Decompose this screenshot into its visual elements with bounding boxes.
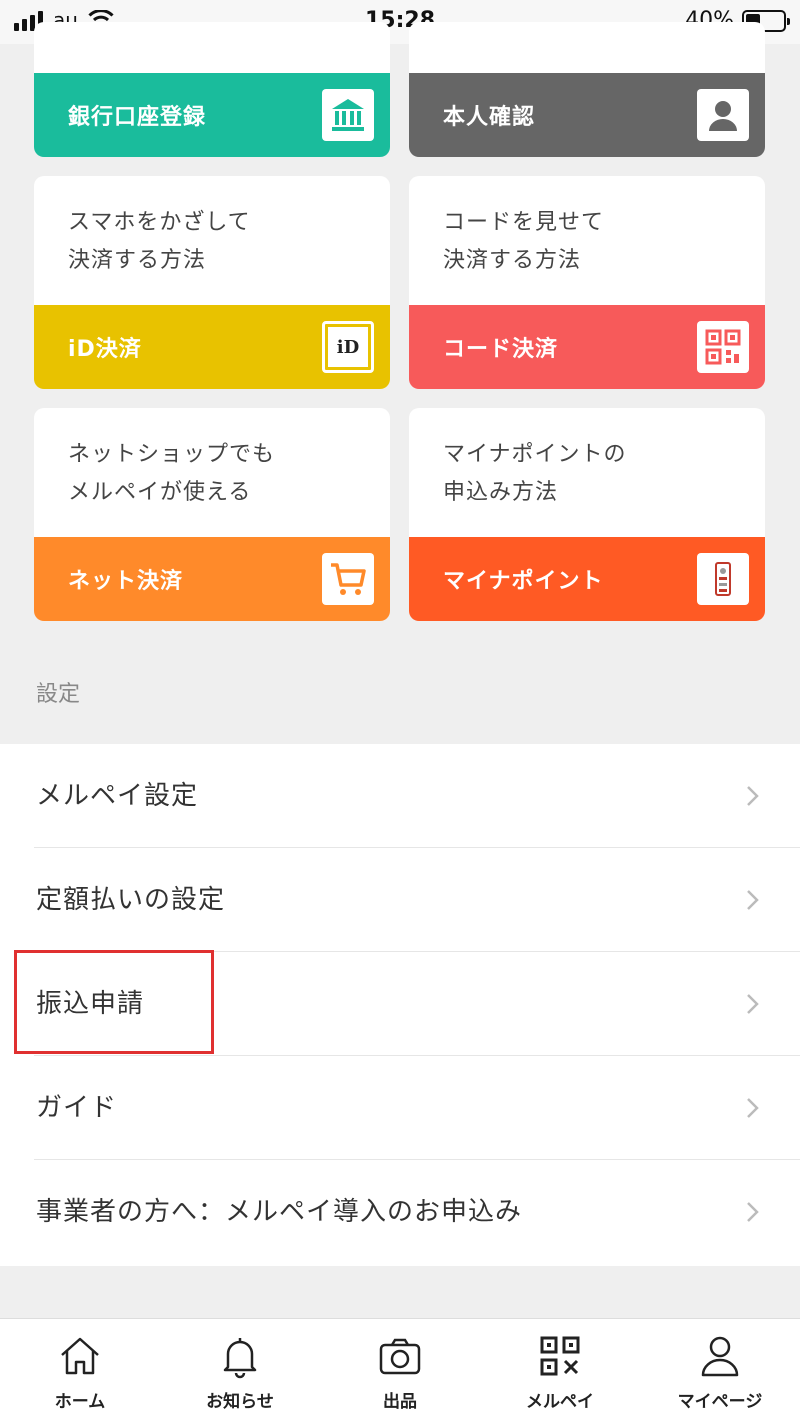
tab-label: 出品	[383, 1392, 417, 1412]
settings-row-business-application[interactable]: 事業者の方へ：メルペイ導入のお申込み	[0, 1160, 800, 1264]
chevron-right-icon	[747, 994, 759, 1014]
settings-row-merpay[interactable]: メルペイ設定	[0, 744, 800, 848]
bank-account-card[interactable]: 銀行口座登録	[34, 22, 390, 157]
id-payment-desc-2: 決済する方法	[68, 248, 207, 273]
qr-icon	[540, 1336, 580, 1376]
bell-icon	[223, 1338, 257, 1379]
highlight-box	[14, 950, 214, 1054]
code-payment-card[interactable]: コードを見せて 決済する方法 コード決済	[409, 176, 765, 389]
tab-label: お知らせ	[206, 1392, 274, 1412]
net-payment-desc-2: メルペイが使える	[68, 480, 252, 505]
id-payment-card[interactable]: スマホをかざして 決済する方法 iD決済 iD	[34, 176, 390, 389]
identity-title: 本人確認	[443, 105, 536, 130]
mynapoint-title: マイナポイント	[443, 569, 604, 594]
id-payment-desc-1: スマホをかざして	[68, 210, 251, 235]
code-payment-desc-1: コードを見せて	[443, 210, 605, 235]
id-logo-icon: iD	[322, 321, 374, 373]
net-payment-desc-1: ネットショップでも	[68, 442, 276, 467]
chevron-right-icon	[747, 890, 759, 910]
chevron-right-icon	[747, 1202, 759, 1222]
mynapoint-icon	[697, 553, 749, 605]
camera-icon	[379, 1338, 421, 1375]
home-icon	[61, 1337, 99, 1375]
net-payment-title: ネット決済	[68, 569, 184, 594]
settings-row-label: 事業者の方へ：メルペイ導入のお申込み	[36, 1197, 523, 1227]
settings-row-label: ガイド	[36, 1093, 118, 1123]
id-payment-title: iD決済	[68, 337, 142, 362]
qr-badge-icon	[697, 321, 749, 373]
settings-row-guide[interactable]: ガイド	[0, 1056, 800, 1160]
code-payment-title: コード決済	[443, 337, 559, 362]
tab-label: メルペイ	[526, 1392, 594, 1412]
code-payment-desc-2: 決済する方法	[443, 248, 582, 273]
chevron-right-icon	[747, 786, 759, 806]
tab-bar: ホーム お知らせ 出品 メルペイ マイページ	[0, 1318, 800, 1422]
cart-icon	[322, 553, 374, 605]
settings-row-label: 定額払いの設定	[36, 885, 226, 915]
tab-mypage[interactable]: マイページ	[640, 1319, 800, 1422]
settings-row-label: メルペイ設定	[36, 781, 199, 811]
person-badge-icon	[697, 89, 749, 141]
person-icon	[701, 1336, 739, 1377]
tab-label: マイページ	[677, 1392, 763, 1412]
chevron-right-icon	[747, 1098, 759, 1118]
tab-label: ホーム	[54, 1392, 106, 1412]
mynapoint-desc-1: マイナポイントの	[443, 442, 627, 467]
net-payment-card[interactable]: ネットショップでも メルペイが使える ネット決済	[34, 408, 390, 621]
tab-sell[interactable]: 出品	[320, 1319, 480, 1422]
tab-merpay[interactable]: メルペイ	[480, 1319, 640, 1422]
bank-icon	[322, 89, 374, 141]
bank-account-title: 銀行口座登録	[68, 105, 207, 130]
mynapoint-desc-2: 申込み方法	[443, 480, 559, 505]
tab-home[interactable]: ホーム	[0, 1319, 160, 1422]
mynapoint-card[interactable]: マイナポイントの 申込み方法 マイナポイント	[409, 408, 765, 621]
settings-row-fixed-payment[interactable]: 定額払いの設定	[0, 848, 800, 952]
id-logo-text: iD	[336, 336, 360, 358]
tab-notifications[interactable]: お知らせ	[160, 1319, 320, 1422]
identity-card[interactable]: 本人確認	[409, 22, 765, 157]
settings-section-label: 設定	[36, 682, 81, 707]
